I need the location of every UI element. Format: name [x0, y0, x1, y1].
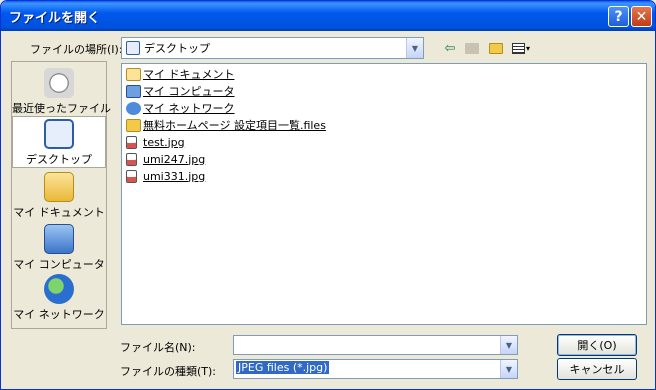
up-folder-icon[interactable]: [463, 39, 481, 57]
jpg-file-icon: [126, 152, 137, 166]
place-my-network[interactable]: マイ ネットワーク: [12, 272, 106, 324]
close-icon: ✕: [635, 8, 648, 25]
my-network-icon: [126, 101, 141, 115]
jpg-file-icon: [126, 135, 137, 149]
list-item[interactable]: umi331.jpg: [126, 168, 205, 184]
place-label: マイ ネットワーク: [13, 308, 105, 321]
list-item[interactable]: test.jpg: [126, 134, 185, 150]
folder-icon: [126, 118, 141, 132]
list-item[interactable]: 無料ホームページ 設定項目一覧.files: [126, 117, 326, 133]
view-menu-icon[interactable]: ▾: [510, 39, 532, 57]
desktop-icon: [126, 41, 140, 55]
my-documents-icon: [126, 67, 141, 81]
place-label: マイ コンピュータ: [13, 258, 105, 271]
my-documents-icon: [44, 172, 74, 202]
filetype-label: ファイルの種類(T):: [120, 365, 217, 378]
place-label: マイ ドキュメント: [13, 206, 105, 219]
file-name: マイ ネットワーク: [143, 102, 235, 115]
open-button[interactable]: 開く(O): [557, 334, 637, 356]
place-desktop[interactable]: デスクトップ: [12, 116, 106, 168]
new-folder-icon[interactable]: [487, 39, 505, 57]
title-bar[interactable]: ファイルを開く ? ✕: [1, 1, 655, 31]
close-button[interactable]: ✕: [631, 6, 652, 27]
desktop-icon: [44, 119, 74, 149]
list-item[interactable]: umi247.jpg: [126, 151, 205, 167]
filetype-select[interactable]: JPEG files (*.jpg) ▼: [233, 359, 518, 379]
jpg-file-icon: [126, 169, 137, 183]
file-name: umi247.jpg: [143, 152, 206, 166]
recent-files-icon: [44, 68, 74, 98]
open-file-dialog: ファイルを開く ? ✕ ファイルの場所(I): デスクトップ ▼ ⇦ ▾ 最近使…: [0, 0, 656, 390]
places-bar: 最近使ったファイル デスクトップ マイ ドキュメント マイ コンピュータ マイ …: [11, 61, 111, 329]
cancel-button[interactable]: キャンセル: [557, 358, 637, 380]
filename-label: ファイル名(N):: [120, 341, 196, 354]
my-computer-icon: [44, 224, 74, 254]
my-network-icon: [44, 274, 74, 304]
file-name: umi331.jpg: [143, 169, 206, 183]
chevron-down-icon[interactable]: ▼: [500, 360, 517, 378]
place-label: 最近使ったファイル: [12, 102, 111, 115]
file-name: マイ コンピュータ: [143, 85, 235, 98]
filename-input[interactable]: ▼: [233, 335, 518, 355]
file-name: test.jpg: [143, 135, 185, 149]
help-icon: ?: [614, 8, 623, 25]
list-item[interactable]: マイ ネットワーク: [126, 100, 235, 116]
back-icon[interactable]: ⇦: [441, 39, 459, 57]
place-label: デスクトップ: [26, 153, 92, 166]
filetype-value: JPEG files (*.jpg): [236, 361, 330, 374]
place-my-documents[interactable]: マイ ドキュメント: [12, 170, 106, 222]
location-value: デスクトップ: [144, 42, 210, 55]
location-label: ファイルの場所(I):: [30, 43, 123, 56]
help-button[interactable]: ?: [608, 6, 629, 27]
list-item[interactable]: マイ コンピュータ: [126, 83, 235, 99]
location-combo[interactable]: デスクトップ ▼: [121, 37, 424, 59]
list-item[interactable]: マイ ドキュメント: [126, 66, 235, 82]
place-my-computer[interactable]: マイ コンピュータ: [12, 222, 106, 274]
chevron-down-icon[interactable]: ▼: [406, 38, 423, 58]
chevron-down-icon[interactable]: ▼: [500, 336, 517, 354]
file-name: 無料ホームページ 設定項目一覧.files: [143, 119, 326, 132]
dialog-title: ファイルを開く: [9, 10, 101, 26]
my-computer-icon: [126, 84, 141, 98]
file-name: マイ ドキュメント: [143, 68, 235, 81]
file-list[interactable]: マイ ドキュメント マイ コンピュータ マイ ネットワーク 無料ホームページ 設…: [121, 63, 647, 325]
place-recent[interactable]: 最近使ったファイル: [12, 66, 111, 118]
